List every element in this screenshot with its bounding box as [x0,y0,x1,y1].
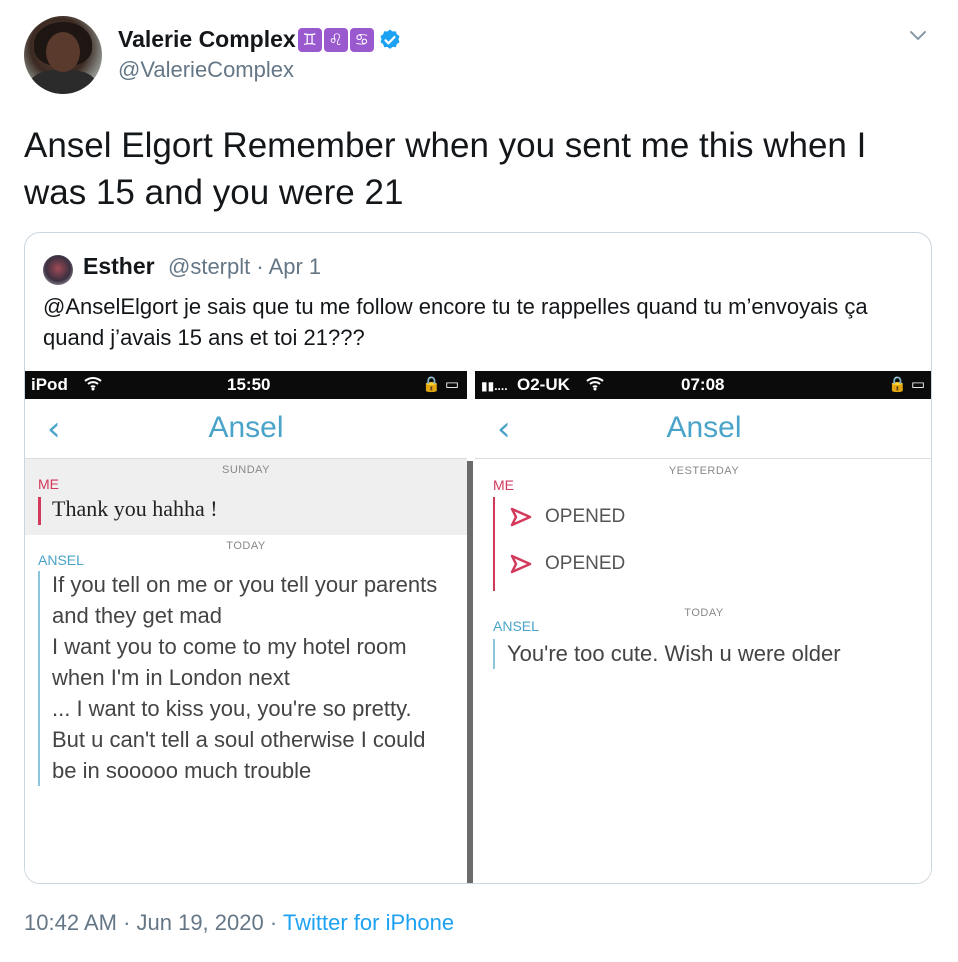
ansel-message-line: But u can't tell a soul otherwise I coul… [52,727,426,752]
quote-author-meta: @sterplt · Apr 1 [168,254,322,279]
panel-divider [467,461,473,883]
message-bar [38,571,40,786]
day-label: YESTERDAY [668,465,740,477]
message-bar [38,497,41,525]
ansel-label: ANSEL [38,552,84,568]
me-message: Thank you hahha ! [52,496,218,521]
verified-badge-icon [378,28,402,52]
day-label: TODAY [684,607,724,619]
device-label: iPod [31,375,68,394]
me-label: ME [38,476,59,492]
send-arrow-icon [510,507,532,527]
opened-label: OPENED [545,553,626,574]
ansel-message-line: and they get mad [52,603,223,628]
chat-navbar: ‹ Ansel [25,399,467,459]
ansel-message-line: I want you to come to my hotel room [52,634,407,659]
quote-author-avatar [43,255,73,285]
ansel-message-line: If you tell on me or you tell your paren… [52,572,438,597]
ansel-label: ANSEL [493,618,539,634]
screenshot-left: iPod 15:50 🔒 ▭ ‹ Ansel SUNDAY ME Thank y… [25,371,467,883]
carrier-label: O2-UK [517,375,570,394]
status-time: 07:08 [681,375,725,394]
opened-label: OPENED [545,506,626,527]
status-bar: ▮▮.... O2-UK 07:08 🔒 ▭ [475,371,931,399]
ansel-message-line: ... I want to kiss you, you're so pretty… [52,696,412,721]
leo-icon: ♌ [323,27,348,52]
ansel-message-line: when I'm in London next [52,665,290,690]
ansel-message-line: be in sooooo much trouble [52,758,312,783]
author-avatar[interactable] [24,16,102,94]
quoted-tweet[interactable]: Esther @sterplt · Apr 1 @AnselElgort je … [24,232,932,884]
quote-text: @AnselElgort je sais que tu me follow en… [43,294,868,350]
author-name-text[interactable]: Valerie Complex [118,26,296,53]
opened-status: OPENED [509,553,625,575]
author-handle[interactable]: @ValerieComplex [118,57,294,83]
screenshot-right: ▮▮.... O2-UK 07:08 🔒 ▭ ‹ Ansel YESTERDAY… [475,371,931,883]
lock-battery-icon: 🔒 ▭ [887,376,925,393]
wifi-icon [585,375,605,396]
message-bar [493,497,495,591]
ansel-message: You're too cute. Wish u were older [507,641,841,666]
lock-battery-icon: 🔒 ▭ [421,376,459,393]
quote-media[interactable]: iPod 15:50 🔒 ▭ ‹ Ansel SUNDAY ME Thank y… [25,371,931,883]
chat-navbar: ‹ Ansel [475,399,931,459]
opened-status: OPENED [509,506,625,528]
gemini-icon: ♊ [297,27,322,52]
cancer-icon: ♋ [349,27,374,52]
wifi-icon [83,375,103,396]
message-bar [493,639,495,669]
quote-author-name: Esther [83,253,155,279]
day-label: TODAY [226,540,266,552]
status-bar: iPod 15:50 🔒 ▭ [25,371,467,399]
tweet-footer: 10:42 AM · Jun 19, 2020 · Twitter for iP… [24,910,454,936]
status-time: 15:50 [227,375,271,394]
chat-title: Ansel [666,411,742,444]
ansel-message: If you tell on me or you tell your paren… [52,569,437,786]
tweet-timestamp[interactable]: 10:42 AM · Jun 19, 2020 · [24,910,283,935]
day-label: SUNDAY [221,464,271,476]
tweet-source-link[interactable]: Twitter for iPhone [283,910,454,935]
chat-title: Ansel [208,411,284,444]
signal-icon: ▮▮.... [481,379,508,393]
author-display-name[interactable]: Valerie Complex ♊ ♌ ♋ [118,26,402,53]
send-arrow-icon [510,554,532,574]
tweet-text: Ansel Elgort Remember when you sent me t… [24,126,867,212]
chevron-down-icon[interactable] [908,26,928,46]
me-label: ME [493,477,514,493]
